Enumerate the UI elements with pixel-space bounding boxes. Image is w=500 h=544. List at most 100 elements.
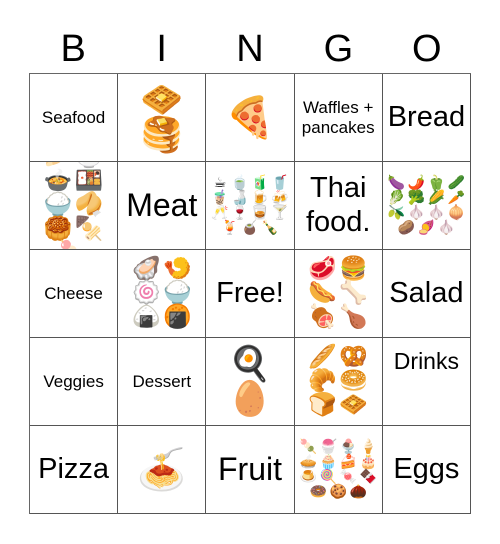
- champagne-toast-icon: 🥂: [211, 205, 229, 221]
- poultry-leg-icon: 🍗: [339, 304, 368, 330]
- eggplant-icon: 🍆: [387, 175, 406, 191]
- soft-serve-icon: 🍦: [359, 439, 377, 455]
- bento-icon: 🍱: [74, 168, 104, 194]
- cell-label: Waffles + pancakes: [301, 97, 375, 137]
- bingo-cell-veggie-icons[interactable]: 🍆 🌶️ 🫑 🥒 🥬 🥦 🌽 🥕 🫒 🧄 🧄 🧅 🥔 🍠 🧄: [382, 162, 471, 250]
- cupcake-icon: 🧁: [319, 454, 337, 470]
- moon-cake-icon: 🥮: [43, 216, 73, 242]
- bingo-cell-spaghetti-icon[interactable]: 🍝: [118, 426, 207, 514]
- bingo-cell-veggies[interactable]: Veggies: [30, 338, 119, 426]
- leafy-green-icon: 🥬: [387, 190, 406, 206]
- wine-icon: 🍷: [231, 205, 249, 221]
- garlic-icon: 🧄: [437, 220, 456, 236]
- clinking-beers-icon: 🍻: [271, 190, 289, 206]
- cell-label: Fruit: [217, 451, 282, 488]
- bingo-cell-dessert[interactable]: Dessert: [118, 338, 207, 426]
- mate-icon: 🧉: [241, 220, 259, 236]
- bingo-cell-drinks[interactable]: Drinks: [382, 338, 471, 426]
- frying-pan-icon: 🍳: [228, 344, 272, 384]
- whisky-icon: 🥃: [251, 205, 269, 221]
- bingo-header: B I N G O: [29, 24, 471, 74]
- bingo-cell-waffles-pancakes[interactable]: Waffles + pancakes: [294, 74, 383, 162]
- bingo-cell-cheese[interactable]: Cheese: [30, 250, 119, 338]
- bingo-cell-seafood[interactable]: Seafood: [30, 74, 119, 162]
- dango-icon: 🍡: [59, 242, 89, 250]
- croissant-icon: 🥐: [308, 368, 337, 394]
- garlic-icon: 🧄: [407, 205, 426, 221]
- pretzel-icon: 🥨: [339, 344, 368, 370]
- tea-icon: 🍵: [231, 175, 249, 191]
- bingo-cell-pizza[interactable]: Pizza: [30, 426, 119, 514]
- carrot-icon: 🥕: [447, 190, 466, 206]
- cell-label: Pizza: [38, 452, 110, 485]
- tropical-drink-icon: 🍹: [221, 220, 239, 236]
- bell-pepper-icon: 🫑: [427, 175, 446, 191]
- pancakes-icon: 🥞: [140, 115, 183, 155]
- fish-cake-icon: 🍥: [131, 280, 161, 306]
- bingo-cell-meat[interactable]: Meat: [118, 162, 207, 250]
- waffle-icon: 🧇: [339, 392, 368, 418]
- fried-shrimp-icon: 🍤: [162, 256, 192, 282]
- bingo-cell-bread-icons[interactable]: 🥖 🥨 🥐 🥯 🍞 🧇: [294, 338, 383, 426]
- burger-icon: 🍔: [339, 256, 368, 282]
- candy-icon: 🍬: [339, 469, 357, 485]
- rice-ball-icon: 🍙: [131, 304, 161, 330]
- header-letter-n: N: [236, 28, 264, 70]
- cell-label: Free!: [216, 276, 284, 309]
- bingo-cell-eggs[interactable]: Eggs: [382, 426, 471, 514]
- bingo-cell-pizza-icon[interactable]: 🍕: [206, 74, 295, 162]
- cell-label: Drinks: [393, 348, 459, 374]
- bingo-cell-egg-icons[interactable]: 🍳 🥚: [206, 338, 295, 426]
- pie-icon: 🥧: [299, 454, 317, 470]
- fortune-cookie-icon: 🥠: [74, 192, 104, 218]
- stew-icon: 🍲: [43, 168, 73, 194]
- bingo-cell-seafood-icons[interactable]: 🦪 🍤 🍥 🍚 🍙 🍘: [118, 250, 207, 338]
- champagne-bottle-icon: 🍾: [261, 220, 279, 236]
- shaved-ice-icon: 🍧: [319, 439, 337, 455]
- corn-icon: 🌽: [427, 190, 446, 206]
- hot-dog-icon: 🌭: [308, 280, 337, 306]
- steak-icon: 🥩: [308, 256, 337, 282]
- bingo-board: Seafood 🧇 🥞 🍕 Waffles + pancakes Bread 🥟…: [29, 73, 471, 514]
- bingo-cell-fruit[interactable]: Fruit: [206, 426, 295, 514]
- bingo-cell-thai-food[interactable]: Thai food.: [294, 162, 383, 250]
- cell-label: Salad: [389, 276, 464, 309]
- bingo-cell-drink-icons[interactable]: ☕ 🍵 🧃 🥤 🧋 🍶 🍺 🍻 🥂 🍷 🥃 🍸 🍹 🧉 🍾: [206, 162, 295, 250]
- chestnut-icon: 🌰: [349, 484, 367, 500]
- birthday-cake-icon: 🎂: [359, 454, 377, 470]
- bingo-cell-free[interactable]: Free!: [206, 250, 295, 338]
- cell-label: Cheese: [44, 283, 103, 303]
- chili-pepper-icon: 🌶️: [407, 175, 426, 191]
- egg-icon: 🥚: [228, 379, 272, 419]
- bingo-cell-bread[interactable]: Bread: [382, 74, 471, 162]
- header-letter-i: I: [156, 28, 167, 70]
- bingo-cell-asian-food-icons[interactable]: 🥟 🍜 🍲 🍱 🍚 🥠 🥮 🍢 🍡: [30, 162, 119, 250]
- header-letter-g: G: [323, 28, 354, 70]
- cucumber-icon: 🥒: [447, 175, 466, 191]
- header-letter-o: O: [412, 28, 442, 70]
- lollipop-icon: 🍭: [319, 469, 337, 485]
- header-letter-b: B: [60, 28, 86, 70]
- meat-on-bone-icon: 🍖: [308, 304, 337, 330]
- bone-icon: 🦴: [339, 280, 368, 306]
- rice-bowl-icon: 🍚: [43, 192, 73, 218]
- bingo-cell-meat-icons[interactable]: 🥩 🍔 🌭 🦴 🍖 🍗: [294, 250, 383, 338]
- olive-icon: 🫒: [387, 205, 406, 221]
- bingo-cell-dessert-icons[interactable]: 🍡 🍧 🍨 🍦 🥧 🧁 🍰 🎂 🍮 🍭 🍬 🍫 🍩 🍪 🌰: [294, 426, 383, 514]
- dango-icon: 🍡: [299, 439, 317, 455]
- cell-label: Dessert: [132, 371, 192, 391]
- custard-icon: 🍮: [299, 469, 317, 485]
- bingo-cell-waffle-pancake-icons[interactable]: 🧇 🥞: [118, 74, 207, 162]
- chocolate-bar-icon: 🍫: [359, 469, 377, 485]
- rice-bowl-icon: 🍚: [162, 280, 192, 306]
- coffee-icon: ☕: [213, 175, 227, 191]
- shortcake-icon: 🍰: [339, 454, 357, 470]
- rice-cracker-icon: 🍘: [162, 304, 192, 330]
- juice-box-icon: 🧃: [251, 175, 269, 191]
- cell-label: Meat: [126, 187, 198, 224]
- broccoli-icon: 🥦: [407, 190, 426, 206]
- ice-cream-icon: 🍨: [339, 439, 357, 455]
- oden-icon: 🍢: [74, 216, 104, 242]
- bingo-cell-salad[interactable]: Salad: [382, 250, 471, 338]
- cup-with-straw-icon: 🥤: [271, 175, 289, 191]
